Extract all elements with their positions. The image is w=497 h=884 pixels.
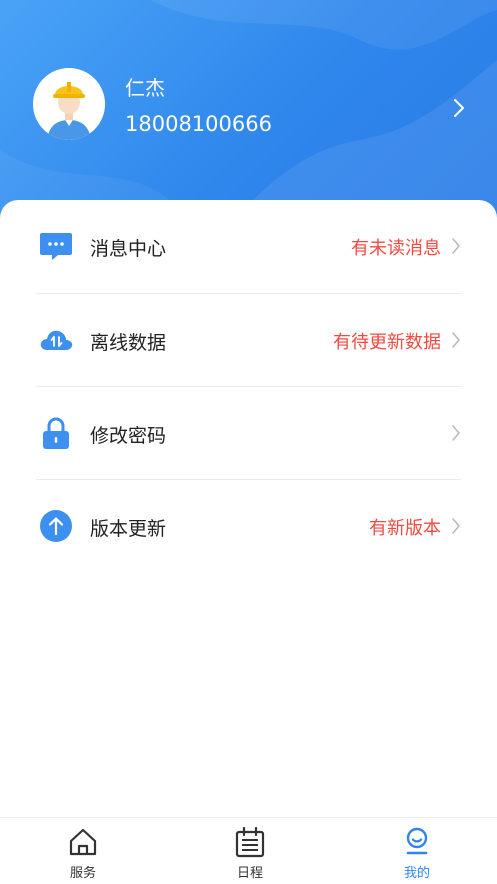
- menu-item-message-center[interactable]: 消息中心 有未读消息: [36, 200, 461, 293]
- tab-label: 日程: [236, 866, 263, 881]
- tab-mine[interactable]: 我的: [357, 818, 477, 884]
- home-icon: [69, 828, 97, 856]
- calendar-icon: [235, 826, 265, 858]
- chevron-right-icon[interactable]: [452, 98, 466, 118]
- menu-item-status: 有未读消息: [351, 238, 441, 259]
- menu-item-label: 消息中心: [90, 238, 167, 260]
- chevron-right-icon: [452, 332, 460, 348]
- worker-avatar-icon: [33, 68, 105, 140]
- menu-item-status: 有待更新数据: [333, 332, 441, 353]
- lock-icon: [43, 417, 69, 449]
- menu-item-offline-data[interactable]: 离线数据 有待更新数据: [36, 294, 461, 387]
- menu-item-change-password[interactable]: 修改密码: [36, 387, 461, 480]
- chevron-right-icon: [452, 238, 460, 254]
- chevron-right-icon: [452, 425, 460, 441]
- menu-item-label: 修改密码: [90, 425, 167, 447]
- tab-label: 我的: [403, 866, 430, 881]
- profile-icon: [406, 827, 428, 855]
- menu-item-label: 版本更新: [90, 518, 167, 540]
- menu-item-version-update[interactable]: 版本更新 有新版本: [36, 480, 461, 573]
- user-phone: 18008100666: [125, 112, 272, 136]
- menu-item-label: 离线数据: [90, 332, 167, 354]
- message-icon: [40, 233, 72, 260]
- avatar[interactable]: [33, 68, 105, 140]
- tab-label: 服务: [69, 866, 96, 881]
- menu-item-status: 有新版本: [369, 518, 441, 539]
- bottom-tab-bar: 服务 日程 我的: [0, 817, 497, 884]
- tab-service[interactable]: 服务: [23, 818, 143, 884]
- chevron-right-icon: [452, 518, 460, 534]
- user-name: 仁杰: [125, 76, 165, 100]
- upload-arrow-icon: [40, 510, 72, 542]
- tab-schedule[interactable]: 日程: [190, 818, 310, 884]
- cloud-sync-icon: [40, 330, 73, 350]
- menu-card: 消息中心 有未读消息 离线数据 有待更新数据 修改密码 版本更新 有新版本: [0, 200, 497, 817]
